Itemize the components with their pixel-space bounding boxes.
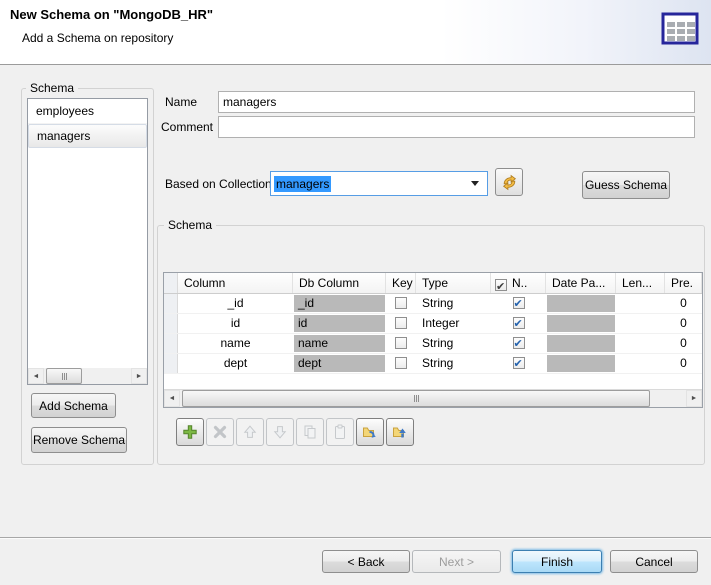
next-button: Next >: [412, 550, 501, 573]
sync-arrows-icon: [501, 174, 518, 191]
page-title: New Schema on "MongoDB_HR": [10, 7, 213, 22]
cancel-button[interactable]: Cancel: [610, 550, 698, 573]
new-schema-dialog: New Schema on "MongoDB_HR" Add a Schema …: [0, 0, 711, 585]
key-checkbox[interactable]: [395, 357, 407, 369]
cell-date-pattern: [547, 355, 615, 372]
schema-table: Column Db Column Key Type N.. Date Pa...…: [163, 272, 703, 408]
nullable-checkbox[interactable]: [513, 357, 525, 369]
table-row: name name String 0: [164, 334, 702, 354]
copy-icon: [302, 424, 318, 440]
add-column-button[interactable]: [176, 418, 204, 446]
add-schema-button[interactable]: Add Schema: [31, 393, 116, 418]
cell-db-column: name: [294, 335, 385, 352]
nullable-checkbox[interactable]: [513, 337, 525, 349]
cell-precision[interactable]: 0: [665, 314, 702, 333]
cell-type[interactable]: String: [416, 294, 491, 313]
cell-length[interactable]: [616, 314, 665, 333]
folder-import-icon: [362, 424, 378, 440]
arrow-up-icon: [242, 424, 258, 440]
table-header-row: Column Db Column Key Type N.. Date Pa...…: [164, 273, 702, 294]
import-schema-button[interactable]: [356, 418, 384, 446]
scroll-left-icon[interactable]: ◄: [164, 390, 180, 407]
cell-column[interactable]: dept: [178, 354, 293, 373]
cell-date-pattern: [547, 335, 615, 352]
paste-icon: [332, 424, 348, 440]
refresh-collections-button[interactable]: [495, 168, 523, 196]
nullable-select-all-checkbox[interactable]: [495, 279, 507, 291]
move-down-button: [266, 418, 294, 446]
cell-type[interactable]: String: [416, 354, 491, 373]
cell-db-column: _id: [294, 295, 385, 312]
remove-column-button: [206, 418, 234, 446]
scroll-left-icon[interactable]: ◄: [28, 368, 44, 384]
wizard-header: New Schema on "MongoDB_HR" Add a Schema …: [0, 0, 711, 65]
header-column: Column: [178, 273, 293, 293]
plus-icon: [182, 424, 198, 440]
nullable-checkbox[interactable]: [513, 317, 525, 329]
header-precision: Pre.: [665, 273, 702, 293]
name-label: Name: [165, 95, 197, 109]
arrow-down-icon: [272, 424, 288, 440]
cell-date-pattern: [547, 315, 615, 332]
scrollbar-thumb[interactable]: [46, 368, 82, 384]
finish-button[interactable]: Finish: [512, 550, 602, 573]
schema-table-group-label: Schema: [164, 218, 216, 232]
remove-schema-button[interactable]: Remove Schema: [31, 427, 127, 453]
collection-selected-value: managers: [274, 176, 331, 192]
cell-column[interactable]: id: [178, 314, 293, 333]
header-type: Type: [416, 273, 491, 293]
cell-column[interactable]: _id: [178, 294, 293, 313]
cell-type[interactable]: Integer: [416, 314, 491, 333]
header-date-pattern: Date Pa...: [546, 273, 616, 293]
collection-label: Based on Collection: [165, 177, 272, 191]
key-checkbox[interactable]: [395, 297, 407, 309]
cell-date-pattern: [547, 295, 615, 312]
header-db-column: Db Column: [293, 273, 386, 293]
guess-schema-button[interactable]: Guess Schema: [582, 171, 670, 199]
header-length: Len...: [616, 273, 665, 293]
folder-export-icon: [392, 424, 408, 440]
table-hscrollbar[interactable]: ◄ ►: [164, 389, 702, 407]
cell-length[interactable]: [616, 294, 665, 313]
cell-db-column: dept: [294, 355, 385, 372]
name-input[interactable]: [218, 91, 695, 113]
schema-list-group-label: Schema: [26, 81, 78, 95]
list-item-managers[interactable]: managers: [28, 124, 147, 148]
table-row: dept dept String 0: [164, 354, 702, 374]
key-checkbox[interactable]: [395, 337, 407, 349]
cell-type[interactable]: String: [416, 334, 491, 353]
chevron-down-icon[interactable]: [471, 181, 479, 186]
cell-length[interactable]: [616, 354, 665, 373]
table-row: id id Integer 0: [164, 314, 702, 334]
page-subtitle: Add a Schema on repository: [22, 31, 173, 45]
table-row: _id _id String 0: [164, 294, 702, 314]
cell-precision[interactable]: 0: [665, 294, 702, 313]
comment-input[interactable]: [218, 116, 695, 138]
cell-precision[interactable]: 0: [665, 354, 702, 373]
header-key: Key: [386, 273, 416, 293]
export-schema-button[interactable]: [386, 418, 414, 446]
nullable-checkbox[interactable]: [513, 297, 525, 309]
schema-list: employees managers ◄ ►: [27, 98, 148, 385]
cell-length[interactable]: [616, 334, 665, 353]
schema-list-hscrollbar[interactable]: ◄ ►: [28, 368, 147, 384]
schema-toolbar: [176, 418, 414, 446]
copy-button: [296, 418, 324, 446]
cell-column[interactable]: name: [178, 334, 293, 353]
cell-db-column: id: [294, 315, 385, 332]
move-up-button: [236, 418, 264, 446]
delete-icon: [212, 424, 228, 440]
scroll-right-icon[interactable]: ►: [131, 368, 147, 384]
paste-button: [326, 418, 354, 446]
collection-combobox[interactable]: managers: [270, 171, 488, 196]
list-item-employees[interactable]: employees: [28, 99, 147, 124]
key-checkbox[interactable]: [395, 317, 407, 329]
scroll-right-icon[interactable]: ►: [686, 390, 702, 407]
header-nullable: N..: [491, 273, 546, 293]
scrollbar-thumb[interactable]: [182, 390, 650, 407]
back-button[interactable]: < Back: [322, 550, 410, 573]
comment-label: Comment: [161, 120, 213, 134]
table-grid-icon: [660, 12, 700, 46]
cell-precision[interactable]: 0: [665, 334, 702, 353]
